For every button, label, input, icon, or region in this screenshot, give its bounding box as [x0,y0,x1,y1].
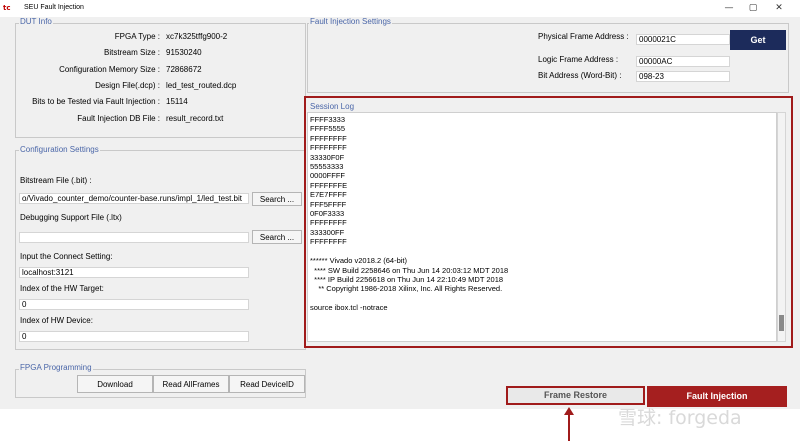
app-icon: tc [3,4,11,12]
debug-file-label: Debugging Support File (.ltx) [20,213,122,222]
config-memory-size-label: Configuration Memory Size : [59,65,160,74]
log-line: **** SW Build 2258646 on Thu Jun 14 20:0… [310,265,509,275]
hw-device-label: Index of HW Device: [20,316,93,325]
log-line: E7E7FFFF [310,190,347,200]
bits-to-test-label: Bits to be Tested via Fault Injection : [32,97,160,106]
config-memory-size-value: 72868672 [166,65,202,74]
hw-target-input[interactable]: 0 [19,299,249,310]
read-deviceid-button[interactable]: Read DeviceID [229,375,305,393]
fault-injection-settings-label: Fault Injection Settings [309,17,392,26]
get-button[interactable]: Get [730,30,786,50]
physical-frame-label: Physical Frame Address : [538,32,629,41]
log-line: source ibox.tcl -notrace [310,303,388,313]
logic-frame-input[interactable]: 00000AC [636,56,730,67]
download-button[interactable]: Download [77,375,153,393]
configuration-settings-label: Configuration Settings [19,145,100,154]
log-line: 0F0F3333 [310,209,345,219]
fault-db-file-value: result_record.txt [166,114,224,123]
log-line: FFFFFFFF [310,143,347,153]
bit-address-input[interactable]: 098-23 [636,71,730,82]
connect-setting-label: Input the Connect Setting: [20,252,113,261]
log-line: FFF5FFFF [310,199,347,209]
fpga-type-label: FPGA Type : [114,32,160,41]
fpga-type-value: xc7k325tffg900-2 [166,32,228,41]
log-line: 33330F0F [310,152,345,162]
connect-setting-input[interactable]: localhost:3121 [19,267,249,278]
log-line: FFFF3333 [310,115,346,124]
log-line: FFFFFFFE [310,180,348,190]
bit-address-label: Bit Address (Word-Bit) : [538,71,622,80]
design-file-label: Design File(.dcp) : [95,81,160,90]
session-log-lines: FFFF3333 FFFF5555 FFFFFFFF FFFFFFFF 33330F0F… [310,115,508,313]
hw-target-label: Index of the HW Target: [20,284,104,293]
bitstream-size-label: Bitstream Size : [103,48,160,57]
session-log-scrollbar[interactable] [777,112,786,342]
log-line: **** IP Build 2256618 on Thu Jun 14 22:1… [310,274,504,284]
read-allframes-button[interactable]: Read AllFrames [153,375,229,393]
bitstream-size-value: 91530240 [166,48,202,57]
window-title: SEU Fault Injection [24,4,84,11]
log-line: FFFFFFFF [310,133,347,143]
dut-info-label: DUT Info [19,17,53,26]
log-line: 0000FFFF [310,171,346,181]
logic-frame-label: Logic Frame Address : [538,55,619,64]
arrow-up-icon [564,407,574,415]
bitstream-search-button[interactable]: Search ... [252,192,302,206]
log-line: FFFF5555 [310,124,346,134]
session-log-textarea[interactable]: FFFF3333 FFFF5555 FFFFFFFF FFFFFFFF 33330F0F… [307,112,777,342]
bitstream-file-label: Bitstream File (.bit) : [20,176,92,185]
log-line: FFFFFFFF [310,237,347,247]
debug-search-button[interactable]: Search ... [252,230,302,244]
title-bar: tc SEU Fault Injection — ▢ ✕ [0,0,800,17]
debug-file-input[interactable] [19,232,249,243]
session-log-label: Session Log [310,102,355,111]
log-line: 333300FF [310,227,345,237]
annotation-arrow-shaft [568,412,570,441]
scrollbar-thumb[interactable] [779,315,784,331]
log-line: FFFFFFFF [310,218,347,228]
log-line: ****** Vivado v2018.2 (64-bit) [310,256,408,266]
log-line: ** Copyright 1986-2018 Xilinx, Inc. All … [310,284,503,294]
bitstream-file-input[interactable]: o/Vivado_counter_demo/counter-base.runs/… [19,193,249,204]
watermark: 雪球: forgeda [618,407,742,429]
fpga-programming-label: FPGA Programming [19,363,93,372]
hw-device-input[interactable]: 0 [19,331,249,342]
frame-restore-button[interactable]: Frame Restore [508,388,643,403]
physical-frame-input[interactable]: 0000021C [636,34,730,45]
bits-to-test-value: 15114 [166,97,188,106]
fault-db-file-label: Fault Injection DB File : [77,114,160,123]
log-line: 55553333 [310,162,344,172]
design-file-value: led_test_routed.dcp [166,81,237,90]
close-icon[interactable]: ✕ [764,1,794,16]
